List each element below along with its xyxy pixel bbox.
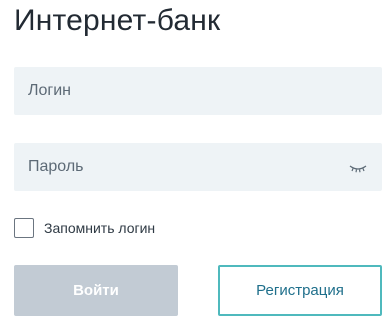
remember-login-checkbox[interactable]: [14, 218, 34, 238]
page-title: Интернет-банк: [14, 4, 221, 37]
login-input[interactable]: [14, 67, 382, 115]
login-field-container: [14, 67, 382, 115]
remember-login-label: Запомнить логин: [44, 220, 156, 236]
register-button[interactable]: Регистрация: [218, 265, 382, 316]
eye-closed-icon[interactable]: [348, 159, 368, 175]
password-field-container: [14, 143, 382, 191]
remember-login-row[interactable]: Запомнить логин: [14, 218, 155, 238]
password-input[interactable]: [14, 143, 382, 191]
login-page: Интернет-банк Запомнить логин Войти Реги…: [0, 0, 390, 320]
login-button[interactable]: Войти: [14, 265, 178, 316]
